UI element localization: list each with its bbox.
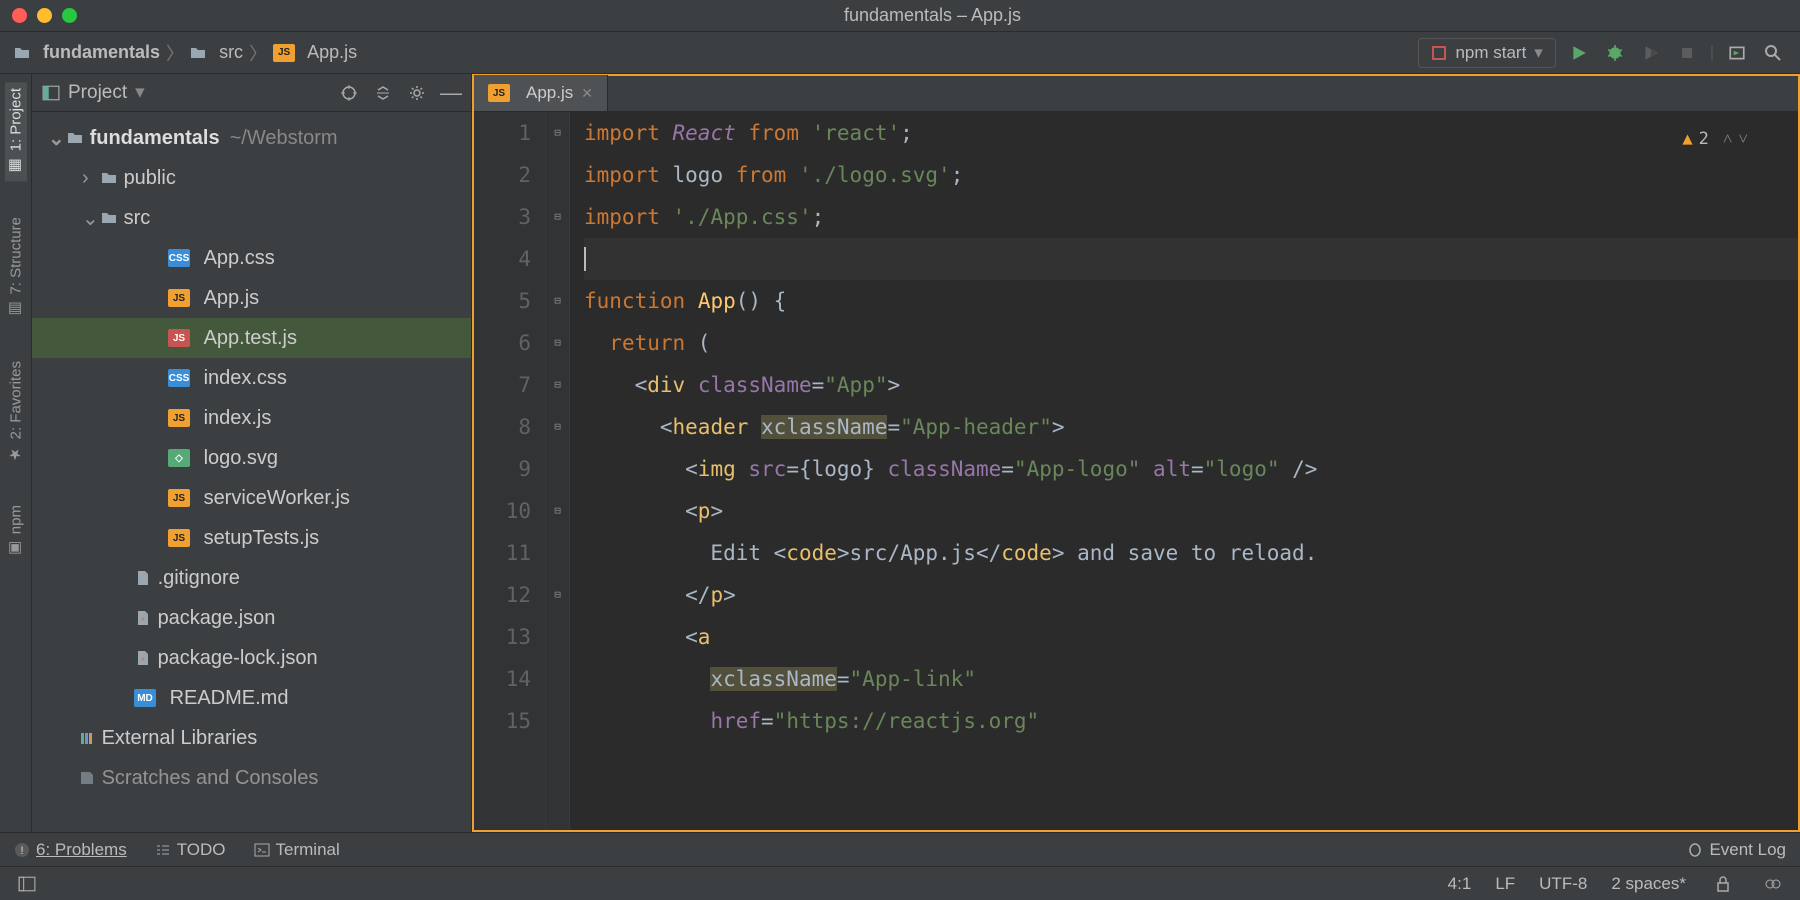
close-window-button[interactable] — [12, 8, 27, 23]
chevron-down-icon: ▾ — [1534, 43, 1543, 63]
navigation-bar: fundamentals 〉 src 〉 JSApp.js npm start … — [0, 32, 1800, 74]
terminal-tab[interactable]: Terminal — [254, 840, 340, 860]
tree-item-public[interactable]: › public — [32, 158, 471, 198]
tree-item-setupTests.js[interactable]: JS setupTests.js — [32, 518, 471, 558]
tree-item-README.md[interactable]: MD README.md — [32, 678, 471, 718]
debug-button[interactable] — [1602, 40, 1628, 66]
maximize-window-button[interactable] — [62, 8, 77, 23]
gear-icon[interactable] — [407, 83, 427, 103]
indent-settings[interactable]: 2 spaces* — [1611, 874, 1686, 894]
line-separator[interactable]: LF — [1495, 874, 1515, 894]
problems-tab[interactable]: !6: Problems — [14, 840, 127, 860]
breadcrumb-item[interactable]: fundamentals — [14, 42, 160, 63]
chevron-down-icon[interactable]: ⌄ — [48, 126, 66, 151]
tree-item-App.test.js[interactable]: JS App.test.js — [32, 318, 471, 358]
inspection-badge[interactable]: ▲ 2 ˄ ˅ — [1682, 118, 1748, 160]
code-editor[interactable]: 123456789101112131415 ⊟⊟⊟⊟⊟⊟⊟⊟ import Re… — [474, 112, 1798, 830]
scratches-consoles[interactable]: Scratches and Consoles — [32, 758, 471, 798]
tree-item-index.css[interactable]: CSS index.css — [32, 358, 471, 398]
favorites-tool-tab[interactable]: ★2: Favorites — [5, 355, 27, 469]
tree-item-App.css[interactable]: CSS App.css — [32, 238, 471, 278]
warning-icon: ▲ — [1682, 118, 1692, 160]
tree-root-path: ~/Webstorm — [230, 127, 338, 150]
tree-root[interactable]: ⌄ fundamentals ~/Webstorm — [32, 118, 471, 158]
tree-item-package-lock.json[interactable]: package-lock.json — [32, 638, 471, 678]
memory-icon[interactable] — [1760, 871, 1786, 897]
window-title: fundamentals – App.js — [77, 5, 1788, 26]
project-tool-tab[interactable]: ▦1: Project — [5, 82, 27, 181]
close-tab-icon[interactable]: ✕ — [581, 85, 593, 102]
tree-item-serviceWorker.js[interactable]: JS serviceWorker.js — [32, 478, 471, 518]
file-encoding[interactable]: UTF-8 — [1539, 874, 1587, 894]
left-tool-strip: ▦1: Project ▤7: Structure ★2: Favorites … — [0, 74, 32, 832]
line-gutter[interactable]: 123456789101112131415 — [474, 112, 546, 830]
caret-position[interactable]: 4:1 — [1448, 874, 1472, 894]
tool-windows-icon[interactable] — [14, 871, 40, 897]
folder-icon — [66, 130, 84, 146]
svg-text:!: ! — [20, 845, 23, 857]
run-config-label: npm start — [1455, 43, 1526, 63]
fold-gutter[interactable]: ⊟⊟⊟⊟⊟⊟⊟⊟ — [546, 112, 570, 830]
breadcrumb-item[interactable]: src — [190, 42, 243, 63]
event-log-tab[interactable]: Event Log — [1687, 840, 1786, 860]
minimize-window-button[interactable] — [37, 8, 52, 23]
project-tree[interactable]: ⌄ fundamentals ~/Webstorm › public⌄ srcC… — [32, 112, 471, 832]
tree-item-.gitignore[interactable]: .gitignore — [32, 558, 471, 598]
js-file-icon: JS — [488, 84, 510, 102]
tab-label: App.js — [526, 83, 573, 103]
tree-root-label: fundamentals — [90, 127, 220, 150]
sidebar-title[interactable]: Project — [68, 82, 127, 104]
tree-item-logo.svg[interactable]: ◇ logo.svg — [32, 438, 471, 478]
locate-icon[interactable] — [339, 83, 359, 103]
chevron-down-icon[interactable]: ▾ — [135, 81, 145, 104]
coverage-button[interactable] — [1638, 40, 1664, 66]
chevron-right-icon: 〉 — [166, 40, 184, 66]
library-icon — [78, 730, 96, 746]
tree-item-src[interactable]: ⌄ src — [32, 198, 471, 238]
editor-area: JS App.js ✕ 123456789101112131415 ⊟⊟⊟⊟⊟⊟… — [472, 74, 1800, 832]
search-everywhere-icon[interactable] — [1760, 40, 1786, 66]
readonly-lock-icon[interactable] — [1710, 871, 1736, 897]
titlebar: fundamentals – App.js — [0, 0, 1800, 32]
code-content[interactable]: import React from 'react';import logo fr… — [570, 112, 1798, 830]
editor-tab[interactable]: JS App.js ✕ — [474, 75, 608, 111]
breadcrumb[interactable]: fundamentals 〉 src 〉 JSApp.js — [14, 40, 357, 66]
tree-item-index.js[interactable]: JS index.js — [32, 398, 471, 438]
update-project-icon[interactable] — [1724, 40, 1750, 66]
tree-item-App.js[interactable]: JS App.js — [32, 278, 471, 318]
chevron-up-icon[interactable]: ˄ — [1723, 118, 1733, 160]
breadcrumb-item[interactable]: JSApp.js — [273, 42, 357, 63]
chevron-down-icon[interactable]: ˅ — [1738, 118, 1748, 160]
bottom-tool-bar: !6: Problems TODO Terminal Event Log — [0, 832, 1800, 866]
expand-all-icon[interactable] — [373, 83, 393, 103]
todo-tab[interactable]: TODO — [155, 840, 226, 860]
run-button[interactable] — [1566, 40, 1592, 66]
external-libraries[interactable]: External Libraries — [32, 718, 471, 758]
run-configuration-selector[interactable]: npm start ▾ — [1418, 38, 1555, 68]
chevron-right-icon: 〉 — [249, 40, 267, 66]
project-view-icon — [42, 84, 60, 102]
hide-icon[interactable]: — — [441, 83, 461, 103]
npm-tool-tab[interactable]: ▣npm — [5, 499, 27, 564]
scratch-icon — [78, 770, 96, 786]
project-sidebar: Project ▾ — ⌄ fundamentals ~/Webstorm › … — [32, 74, 472, 832]
tree-item-package.json[interactable]: package.json — [32, 598, 471, 638]
structure-tool-tab[interactable]: ▤7: Structure — [5, 211, 27, 325]
editor-tabs: JS App.js ✕ — [474, 76, 1798, 112]
status-bar: 4:1 LF UTF-8 2 spaces* — [0, 866, 1800, 900]
stop-button[interactable] — [1674, 40, 1700, 66]
